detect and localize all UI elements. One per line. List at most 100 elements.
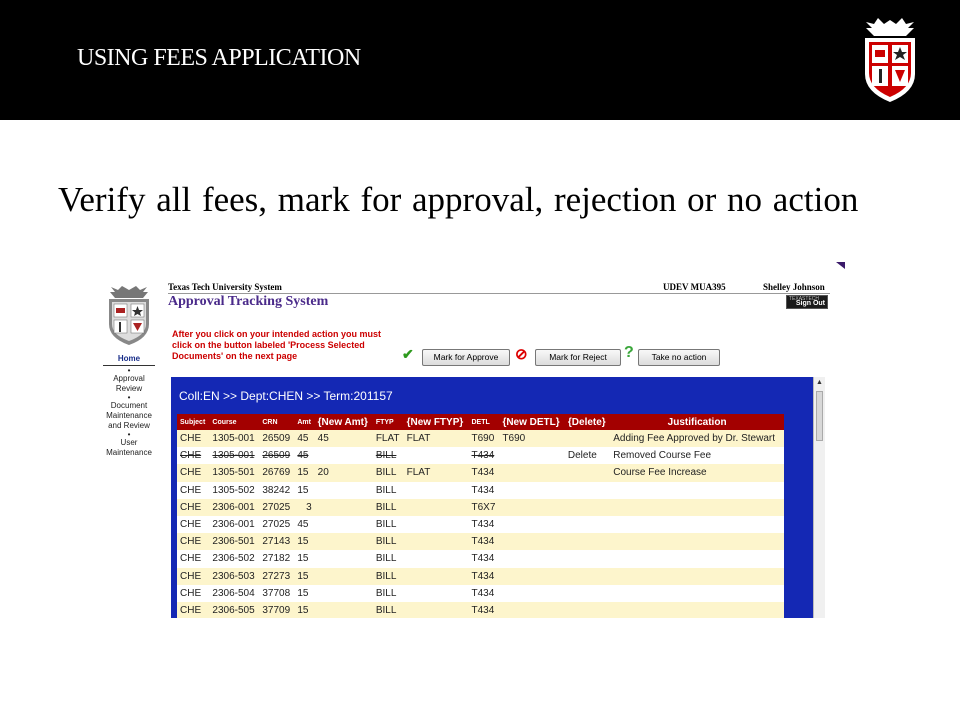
- cell-new-detl: T690: [499, 430, 565, 448]
- cell-new-amt: [314, 601, 373, 618]
- cell-course: 2306-504: [209, 584, 260, 602]
- cell-new-ftyp: [403, 515, 469, 534]
- cell-amt: 3: [294, 498, 315, 516]
- scrollbar-thumb[interactable]: [816, 391, 823, 441]
- cell-new-ftyp: [403, 447, 469, 465]
- cell-ftyp: BILL: [372, 567, 404, 585]
- cell-course: 1305-001: [209, 447, 260, 465]
- cell-subject: CHE: [177, 498, 210, 516]
- col-crn: CRN: [259, 414, 295, 430]
- cell-amt: 45: [294, 430, 315, 448]
- cell-crn: 27143: [259, 533, 295, 551]
- cell-course: 1305-501: [209, 464, 260, 482]
- cell-ftyp: BILL: [372, 533, 404, 551]
- table-header-row: Subject Course CRN Amt {New Amt} FTYP {N…: [177, 414, 784, 430]
- cell-amt: 15: [294, 567, 315, 585]
- cell-new-detl: [499, 601, 565, 618]
- mark-for-reject-button[interactable]: Mark for Reject: [535, 349, 621, 366]
- cell-crn: 26769: [259, 464, 295, 482]
- cell-delete: [564, 567, 611, 585]
- cell-crn: 37709: [259, 601, 295, 618]
- cell-subject: CHE: [177, 584, 210, 602]
- cell-ftyp: BILL: [372, 550, 404, 568]
- cell-new-detl: [499, 515, 565, 534]
- cell-new-amt: 45: [314, 430, 373, 448]
- cell-course: 2306-001: [209, 498, 260, 516]
- cell-new-ftyp: FLAT: [403, 464, 469, 482]
- col-new-ftyp: {New FTYP}: [403, 414, 469, 430]
- cell-course: 2306-001: [209, 515, 260, 534]
- col-ftyp: FTYP: [372, 414, 404, 430]
- cell-detl: T434: [468, 481, 500, 499]
- cell-delete: [564, 550, 611, 568]
- vertical-scrollbar[interactable]: ▲: [813, 377, 825, 618]
- table-row[interactable]: CHE 1305-001 26509 45 45 FLAT FLAT T690 …: [177, 430, 784, 448]
- fee-panel: Coll:EN >> Dept:CHEN >> Term:201157 Subj…: [171, 377, 825, 618]
- question-mark-icon: ?: [624, 344, 634, 361]
- cell-delete: [564, 464, 611, 482]
- nav-separator: •: [127, 366, 131, 375]
- nav-approval-review[interactable]: Approval Review: [100, 374, 158, 394]
- table-row[interactable]: CHE 1305-501 26769 15 20 BILL FLAT T434 …: [177, 464, 784, 482]
- cell-subject: CHE: [177, 464, 210, 482]
- cell-new-amt: [314, 533, 373, 551]
- nav-user-maintenance[interactable]: User Maintenance: [100, 438, 158, 458]
- table-row[interactable]: CHE 2306-504 37708 15 BILL T434: [177, 584, 784, 602]
- cell-amt: 45: [294, 515, 315, 534]
- cell-course: 2306-505: [209, 601, 260, 618]
- cell-new-detl: [499, 447, 565, 465]
- table-row[interactable]: CHE 2306-001 27025 45 BILL T434: [177, 515, 784, 534]
- nav-home[interactable]: Home: [103, 354, 155, 366]
- cell-course: 1305-502: [209, 481, 260, 499]
- cell-ftyp: BILL: [372, 584, 404, 602]
- cell-delete: [564, 533, 611, 551]
- app-screenshot: Home • Approval Review • Document Mainte…: [100, 282, 832, 618]
- table-row[interactable]: CHE 2306-505 37709 15 BILL T434: [177, 601, 784, 618]
- cell-course: 2306-501: [209, 533, 260, 551]
- cell-detl: T434: [468, 464, 500, 482]
- org-name: Texas Tech University System: [168, 282, 282, 292]
- cell-ftyp: BILL: [372, 498, 404, 516]
- cell-detl: T690: [468, 430, 500, 448]
- table-row[interactable]: CHE 2306-503 27273 15 BILL T434: [177, 567, 784, 585]
- cell-new-amt: [314, 481, 373, 499]
- cell-delete: [564, 430, 611, 448]
- table-row[interactable]: CHE 1305-502 38242 15 BILL T434: [177, 481, 784, 499]
- cell-delete: Delete: [564, 447, 611, 465]
- cell-new-amt: [314, 584, 373, 602]
- table-row[interactable]: CHE 2306-502 27182 15 BILL T434: [177, 550, 784, 568]
- cell-new-amt: [314, 498, 373, 516]
- cell-delete: [564, 498, 611, 516]
- cell-amt: 15: [294, 464, 315, 482]
- side-navigation: Home • Approval Review • Document Mainte…: [100, 354, 158, 458]
- app-title: Approval Tracking System: [168, 294, 329, 309]
- mark-for-approve-button[interactable]: Mark for Approve: [422, 349, 510, 366]
- cell-amt: 45: [294, 447, 315, 465]
- cell-amt: 15: [294, 550, 315, 568]
- cell-new-detl: [499, 584, 565, 602]
- cell-amt: 15: [294, 481, 315, 499]
- cell-justification: [610, 498, 784, 516]
- table-row[interactable]: CHE 2306-001 27025 3 BILL T6X7: [177, 498, 784, 516]
- cell-new-amt: [314, 447, 373, 465]
- cell-detl: T434: [468, 584, 500, 602]
- breadcrumb: Coll:EN >> Dept:CHEN >> Term:201157: [179, 389, 393, 403]
- table-row[interactable]: CHE 2306-501 27143 15 BILL T434: [177, 533, 784, 551]
- scroll-up-arrow-icon[interactable]: ▲: [816, 379, 823, 386]
- cell-justification: Adding Fee Approved by Dr. Stewart: [610, 430, 784, 448]
- take-no-action-button[interactable]: Take no action: [638, 349, 720, 366]
- cell-detl: T6X7: [468, 498, 500, 516]
- col-amt: Amt: [294, 414, 315, 430]
- col-delete: {Delete}: [564, 414, 611, 430]
- university-seal-logo: [865, 18, 915, 102]
- cell-detl: T434: [468, 601, 500, 618]
- nav-document-maintenance[interactable]: Document Maintenance and Review: [100, 401, 158, 431]
- slide-title: USING FEES APPLICATION: [77, 45, 361, 71]
- col-detl: DETL: [468, 414, 500, 430]
- col-justification: Justification: [610, 414, 784, 430]
- cell-new-amt: [314, 515, 373, 534]
- table-row[interactable]: CHE 1305-001 26509 45 BILL T434 Delete R…: [177, 447, 784, 465]
- cell-ftyp: BILL: [372, 481, 404, 499]
- cell-justification: [610, 550, 784, 568]
- sign-out-button[interactable]: TEXASTECH Sign Out: [786, 295, 828, 309]
